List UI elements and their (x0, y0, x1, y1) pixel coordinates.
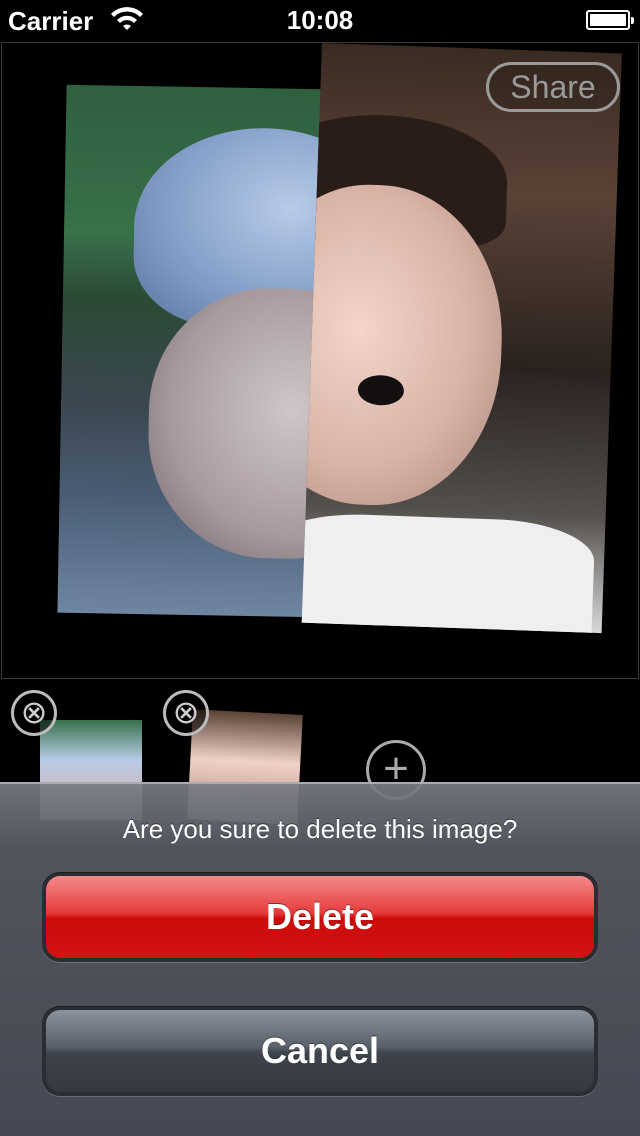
battery-level (590, 14, 626, 26)
thumbnail-strip: ⊗ ⊗ + (0, 680, 640, 825)
share-button[interactable]: Share (486, 62, 620, 112)
delete-button[interactable]: Delete (42, 872, 598, 962)
remove-thumbnail-2-button[interactable]: ⊗ (163, 690, 209, 736)
photo-left-half[interactable] (57, 84, 329, 618)
cancel-button[interactable]: Cancel (42, 1006, 598, 1096)
delete-button-label: Delete (46, 876, 594, 958)
photo-right-half[interactable] (301, 43, 622, 634)
action-sheet: Are you sure to delete this image? Delet… (0, 782, 640, 1136)
photo-detail-shirt (301, 511, 596, 634)
remove-thumbnail-1-button[interactable]: ⊗ (11, 690, 57, 736)
photo-canvas[interactable]: Share (1, 42, 639, 679)
action-sheet-message: Are you sure to delete this image? (122, 814, 518, 844)
cancel-button-label: Cancel (46, 1010, 594, 1092)
photo-detail-face (146, 286, 329, 561)
battery-icon (586, 10, 634, 30)
clock: 10:08 (286, 5, 354, 35)
close-circle-icon: ⊗ (20, 694, 48, 730)
status-bar: Carrier 10:08 (0, 0, 640, 40)
close-circle-icon: ⊗ (172, 694, 200, 730)
